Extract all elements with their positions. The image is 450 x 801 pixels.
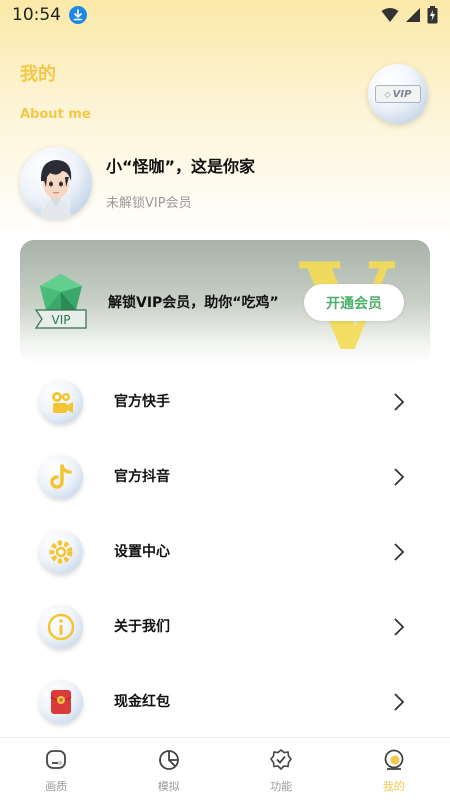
status-left: 10:54 — [12, 5, 87, 25]
menu-item-kuaishou[interactable]: 官方快手 — [0, 365, 450, 440]
download-icon — [69, 6, 87, 24]
chevron-right-icon — [392, 392, 406, 412]
chevron-right-icon — [392, 467, 406, 487]
page-subtitle: About me — [20, 107, 91, 122]
settings-gear-icon — [39, 530, 83, 574]
display-icon — [44, 748, 68, 772]
kuaishou-icon — [39, 380, 83, 424]
nav-label: 画质 — [45, 778, 67, 794]
menu-item-red-envelope[interactable]: ¥ 现金红包 — [0, 665, 450, 740]
badge-check-icon — [269, 748, 293, 772]
vip-gem-icon: VIP — [30, 270, 92, 334]
menu-item-settings[interactable]: 设置中心 — [0, 515, 450, 590]
vip-status-text: 未解锁VIP会员 — [106, 192, 192, 211]
status-time: 10:54 — [12, 5, 61, 25]
chevron-right-icon — [392, 617, 406, 637]
status-right — [381, 6, 438, 24]
chevron-right-icon — [392, 692, 406, 712]
status-bar: 10:54 — [0, 0, 450, 30]
user-greeting: 小“怪咖”，这是你家 — [106, 153, 255, 177]
open-vip-button[interactable]: 开通会员 — [304, 284, 404, 321]
menu-label: 设置中心 — [114, 541, 170, 561]
battery-icon — [427, 6, 438, 24]
avatar[interactable] — [20, 147, 92, 219]
pie-icon — [157, 748, 181, 772]
red-envelope-icon: ¥ — [39, 680, 83, 724]
wifi-icon — [381, 7, 399, 23]
nav-tab-simulate[interactable]: 模拟 — [113, 738, 226, 801]
menu-label: 官方快手 — [114, 391, 170, 411]
bottom-nav: 画质 模拟 功能 我的 — [0, 737, 450, 801]
menu-label: 关于我们 — [114, 616, 170, 636]
nav-tab-quality[interactable]: 画质 — [0, 738, 113, 801]
nav-label: 我的 — [383, 778, 405, 794]
vip-card-text: 解锁VIP会员，助你“吃鸡” — [108, 292, 279, 312]
menu-item-about[interactable]: 关于我们 — [0, 590, 450, 665]
chevron-right-icon — [392, 542, 406, 562]
vip-badge-label: ◇VIP — [375, 85, 421, 103]
vip-badge-button[interactable]: ◇VIP — [368, 64, 428, 124]
vip-promo-card[interactable]: V VIP 解锁VIP会员，助你“吃鸡” 开通会员 — [20, 240, 430, 365]
page-title: 我的 — [20, 60, 56, 86]
avatar-character-icon — [20, 147, 92, 219]
profile-icon — [382, 748, 406, 772]
svg-text:¥: ¥ — [59, 698, 63, 705]
nav-label: 功能 — [270, 778, 292, 794]
signal-icon — [405, 7, 421, 23]
nav-label: 模拟 — [158, 778, 180, 794]
nav-tab-mine[interactable]: 我的 — [338, 738, 450, 801]
nav-tab-function[interactable]: 功能 — [225, 738, 338, 801]
info-icon — [39, 605, 83, 649]
diamond-icon: ◇ — [385, 90, 391, 99]
menu-label: 现金红包 — [114, 691, 170, 711]
menu-label: 官方抖音 — [114, 466, 170, 486]
douyin-icon — [39, 455, 83, 499]
menu-item-douyin[interactable]: 官方抖音 — [0, 440, 450, 515]
vip-gem-label: VIP — [52, 313, 71, 327]
